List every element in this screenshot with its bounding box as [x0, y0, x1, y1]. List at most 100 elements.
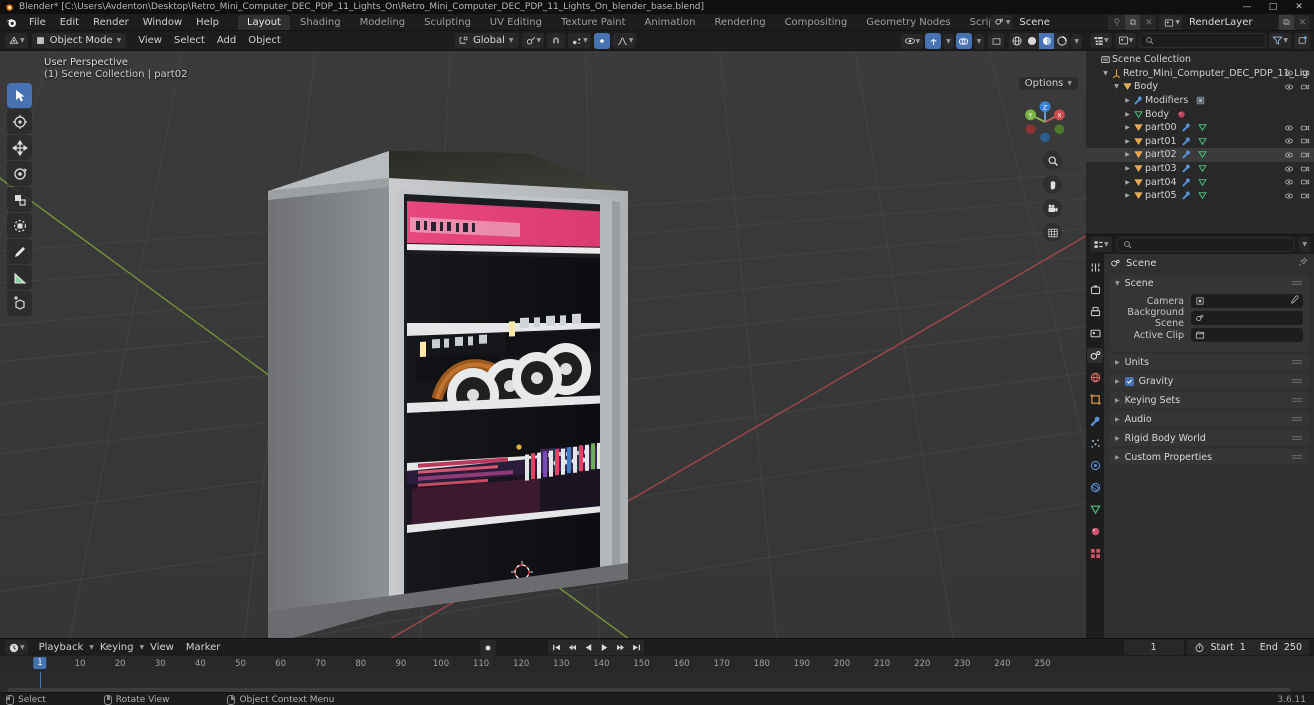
viewlayer-selector[interactable]: ▼ RenderLayer ⧉ ✕	[1159, 15, 1310, 30]
play-button[interactable]	[596, 640, 612, 655]
outliner-row-part00[interactable]: ▶ part00	[1086, 121, 1314, 135]
tool-rotate[interactable]	[7, 161, 32, 186]
jump-to-end-button[interactable]	[628, 640, 644, 655]
properties-tab-world[interactable]	[1087, 370, 1103, 385]
tab-layout[interactable]: Layout	[237, 14, 290, 30]
properties-tab-physics[interactable]	[1087, 458, 1103, 473]
properties-search-input[interactable]	[1115, 237, 1296, 252]
next-keyframe-button[interactable]	[612, 640, 628, 655]
outliner-row-part02[interactable]: ▶ part02	[1086, 148, 1314, 162]
timeline-keyframe-area[interactable]	[0, 672, 1314, 693]
disable-in-renders-toggle[interactable]	[1300, 82, 1310, 92]
hide-in-viewport-toggle[interactable]	[1284, 82, 1294, 92]
panel-audio[interactable]: ▶ Audio	[1109, 411, 1309, 427]
pin-scene-icon[interactable]: ⚲	[1109, 15, 1125, 30]
hide-in-viewport-toggle[interactable]	[1284, 177, 1294, 187]
outliner-row-part05[interactable]: ▶ part05	[1086, 189, 1314, 203]
viewlayer-name[interactable]: RenderLayer	[1182, 15, 1278, 30]
tool-transform[interactable]	[7, 213, 32, 238]
end-frame-value[interactable]: 250	[1284, 642, 1302, 653]
auto-keying-toggle[interactable]	[480, 639, 496, 656]
properties-tab-texture[interactable]	[1087, 546, 1103, 561]
maximize-button[interactable]: □	[1260, 0, 1286, 14]
outliner-row-retro-mini-computer-dec-pdp-11-lig[interactable]: ▼ Retro_Mini_Computer_DEC_PDP_11_Lig	[1086, 67, 1314, 81]
tool-scale[interactable]	[7, 187, 32, 212]
panel-rigid-body-world[interactable]: ▶ Rigid Body World	[1109, 430, 1309, 446]
viewport-menu-select[interactable]: Select	[168, 34, 211, 47]
outliner-row-part03[interactable]: ▶ part03	[1086, 162, 1314, 176]
shading-dropdown[interactable]: ▼	[1071, 33, 1082, 49]
mesh-data-icon[interactable]	[1196, 163, 1209, 174]
menu-render[interactable]: Render	[86, 16, 136, 29]
wrench-icon[interactable]	[1180, 149, 1193, 160]
panel-gravity[interactable]: ▶ Gravity	[1109, 373, 1309, 389]
disclosure-triangle-icon[interactable]: ▶	[1123, 151, 1132, 158]
outliner-tree[interactable]: Scene Collection ▼ Retro_Mini_Computer_DEC…	[1086, 51, 1314, 234]
tab-texture-paint[interactable]: Texture Paint	[552, 15, 635, 30]
properties-editor-type[interactable]: ▼	[1090, 237, 1112, 252]
transform-orientation-selector[interactable]: Global ▼	[455, 33, 519, 48]
editor-type-selector[interactable]: ▼	[5, 33, 28, 48]
disclosure-triangle-icon[interactable]: ▼	[1112, 83, 1121, 90]
timeline-editor-type[interactable]: ▼	[5, 640, 28, 655]
scene-selector[interactable]: ▼ Scene ⚲ ⧉ ✕	[989, 15, 1157, 30]
hide-in-viewport-toggle[interactable]	[1284, 191, 1294, 201]
tool-move[interactable]	[7, 135, 32, 160]
hide-in-viewport-toggle[interactable]	[1284, 164, 1294, 174]
proportional-falloff-toggle[interactable]	[593, 32, 610, 49]
outliner-search-input[interactable]	[1139, 33, 1267, 48]
timeline-menu-playback[interactable]: Playback	[33, 641, 90, 654]
snap-toggle-button[interactable]	[547, 33, 566, 48]
visibility-selector[interactable]: ▼	[900, 33, 924, 49]
scene-name[interactable]: Scene	[1012, 15, 1109, 30]
close-button[interactable]: ✕	[1286, 0, 1312, 14]
tab-animation[interactable]: Animation	[636, 15, 705, 30]
outliner-row-modifiers[interactable]: ▶ Modifiers	[1086, 94, 1314, 108]
remove-viewlayer-button[interactable]: ✕	[1295, 15, 1310, 30]
viewport-3d[interactable]: User Perspective (1) Scene Collection | …	[0, 31, 1086, 638]
panel-keying-sets[interactable]: ▶ Keying Sets	[1109, 392, 1309, 408]
shading-solid-button[interactable]	[1024, 33, 1039, 49]
disclosure-triangle-icon[interactable]: ▶	[1123, 165, 1132, 172]
hide-in-viewport-toggle[interactable]	[1284, 123, 1294, 133]
mesh-data-icon[interactable]	[1196, 149, 1209, 160]
mesh-data-icon[interactable]	[1196, 122, 1209, 133]
wrench-icon[interactable]	[1180, 177, 1193, 188]
tool-add-cube[interactable]	[7, 291, 32, 316]
viewport-options-dropdown[interactable]: Options ▼	[1018, 77, 1078, 90]
playhead-indicator[interactable]: 1	[33, 657, 47, 669]
disable-in-renders-toggle[interactable]	[1300, 191, 1310, 201]
panel-checkbox[interactable]	[1124, 376, 1134, 386]
previous-keyframe-button[interactable]	[564, 640, 580, 655]
disclosure-triangle-icon[interactable]: ▼	[1101, 70, 1110, 77]
disclosure-triangle-icon[interactable]: ▶	[1123, 138, 1132, 145]
properties-options-button[interactable]: ▼	[1299, 237, 1310, 252]
tab-modeling[interactable]: Modeling	[351, 15, 415, 30]
viewport-canvas[interactable]: User Perspective (1) Scene Collection | …	[0, 51, 1086, 638]
camera-field-input[interactable]	[1191, 294, 1303, 308]
mesh-data-icon[interactable]	[1196, 177, 1209, 188]
jump-to-start-button[interactable]	[548, 640, 564, 655]
tool-select-box[interactable]	[7, 83, 32, 108]
outliner-editor-type[interactable]: ▼	[1090, 33, 1112, 48]
hide-in-viewport-toggle[interactable]	[1284, 136, 1294, 146]
disclosure-triangle-icon[interactable]: ▶	[1123, 111, 1132, 118]
tab-geometry-nodes[interactable]: Geometry Nodes	[857, 15, 959, 30]
menu-help[interactable]: Help	[189, 16, 226, 29]
wrench-icon[interactable]	[1180, 190, 1193, 201]
disable-in-renders-toggle[interactable]	[1300, 123, 1310, 133]
outliner-row-body[interactable]: ▼ Body	[1086, 80, 1314, 94]
frame-range-fields[interactable]: Start 1 End 250	[1186, 640, 1309, 655]
zoom-icon[interactable]	[1043, 151, 1062, 170]
properties-tab-scene[interactable]	[1087, 348, 1103, 363]
properties-tab-view-layer[interactable]	[1087, 326, 1103, 341]
current-frame-field[interactable]: 1	[1123, 640, 1184, 655]
panel-custom-properties[interactable]: ▶ Custom Properties	[1109, 449, 1309, 465]
properties-tab-object-data[interactable]	[1087, 502, 1103, 517]
disclosure-triangle-icon[interactable]: ▶	[1123, 179, 1132, 186]
shading-wireframe-button[interactable]	[1009, 33, 1024, 49]
tab-compositing[interactable]: Compositing	[776, 15, 857, 30]
tab-rendering[interactable]: Rendering	[705, 15, 774, 30]
hand-icon[interactable]	[1043, 175, 1062, 194]
panel-units[interactable]: ▶ Units	[1109, 354, 1309, 370]
